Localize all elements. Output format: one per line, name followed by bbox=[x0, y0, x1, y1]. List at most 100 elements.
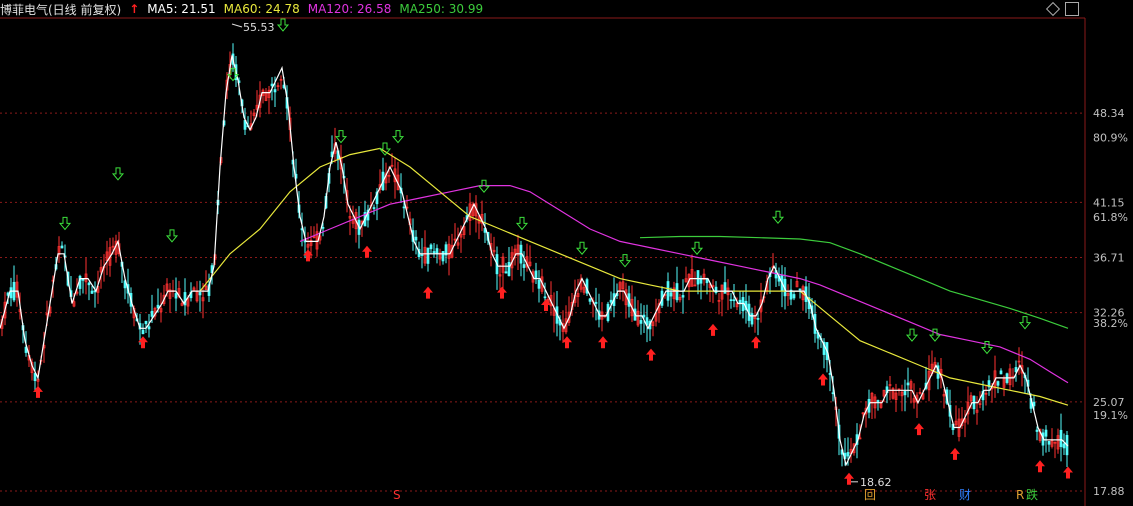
buy-arrow-icon bbox=[844, 472, 854, 485]
fibonacci-percent-label: 19.1% bbox=[1093, 409, 1128, 422]
candle-body bbox=[642, 314, 646, 318]
candle-body bbox=[174, 293, 178, 299]
event-badge[interactable]: S bbox=[393, 488, 401, 502]
ma120-line bbox=[299, 185, 1069, 384]
candle-body bbox=[372, 207, 376, 209]
candle-body bbox=[1032, 401, 1036, 407]
candle-body bbox=[543, 296, 547, 299]
buy-arrow-icon bbox=[598, 336, 608, 349]
candle-body bbox=[732, 299, 736, 302]
up-arrow-icon: ↑ bbox=[129, 2, 140, 16]
buy-arrow-icon bbox=[751, 336, 761, 349]
candle-body bbox=[798, 288, 802, 291]
candle-body bbox=[999, 370, 1003, 375]
fibonacci-percent-label: 80.9% bbox=[1093, 132, 1128, 145]
candle-body bbox=[9, 287, 13, 299]
event-badge[interactable]: R bbox=[1016, 488, 1024, 502]
buy-arrow-icon bbox=[914, 423, 924, 436]
candle-body bbox=[432, 251, 436, 254]
price-tick-label: 41.15 bbox=[1093, 196, 1125, 209]
sell-arrow-icon bbox=[111, 167, 125, 181]
candle-body bbox=[150, 310, 154, 317]
buy-arrow-icon bbox=[708, 323, 718, 336]
sell-arrow-icon bbox=[618, 254, 632, 268]
candle-body bbox=[729, 299, 733, 302]
candle-body bbox=[429, 244, 433, 250]
candle-body bbox=[156, 304, 160, 309]
fibonacci-percent-label: 38.2% bbox=[1093, 317, 1128, 330]
candle-body bbox=[321, 227, 325, 229]
buy-arrow-icon bbox=[497, 286, 507, 299]
candle-body bbox=[588, 298, 592, 302]
sell-arrow-icon bbox=[58, 216, 72, 231]
candle-body bbox=[198, 292, 202, 296]
candle-body bbox=[1035, 429, 1039, 432]
buy-arrow-icon bbox=[362, 245, 372, 258]
candle-body bbox=[522, 264, 526, 268]
buy-arrow-icon bbox=[1035, 460, 1045, 473]
ma60-value: MA60: 24.78 bbox=[223, 2, 300, 16]
candle-body bbox=[831, 392, 835, 395]
ma5-value: MA5: 21.51 bbox=[147, 2, 216, 16]
event-badge[interactable]: 财 bbox=[959, 488, 971, 502]
candle-body bbox=[996, 381, 1000, 386]
candle-body bbox=[699, 278, 703, 284]
low-label: 18.62 bbox=[860, 476, 892, 489]
sell-arrow-icon bbox=[690, 241, 704, 256]
sell-arrow-icon bbox=[771, 210, 785, 225]
price-tick-label: 17.88 bbox=[1093, 485, 1125, 498]
candle-body bbox=[669, 292, 673, 297]
candle-body bbox=[402, 206, 406, 209]
kline-chart[interactable]: 48.3441.1536.7132.2625.0717.8880.9%61.8%… bbox=[0, 0, 1133, 506]
candle-body bbox=[435, 248, 439, 255]
candle-body bbox=[1059, 429, 1063, 448]
fibonacci-percent-label: 61.8% bbox=[1093, 211, 1128, 224]
candle-body bbox=[705, 278, 709, 284]
candle-body bbox=[792, 294, 796, 299]
candle-body bbox=[504, 271, 508, 274]
buy-arrow-icon bbox=[423, 286, 433, 299]
candle-body bbox=[144, 320, 148, 325]
candle-body bbox=[903, 391, 907, 396]
sell-arrow-icon bbox=[477, 179, 491, 194]
candle-body bbox=[594, 301, 598, 304]
candle-body bbox=[876, 400, 880, 403]
candle-body bbox=[534, 270, 538, 279]
high-label: 55.53 bbox=[243, 21, 275, 34]
candle-body bbox=[81, 278, 85, 281]
candle-body bbox=[507, 261, 511, 277]
sell-arrow-icon bbox=[515, 216, 529, 231]
ma250-value: MA250: 30.99 bbox=[399, 2, 484, 16]
candle-body bbox=[1062, 443, 1066, 449]
candle-body bbox=[639, 320, 643, 324]
event-badge[interactable]: 跌 bbox=[1026, 487, 1038, 502]
event-badge[interactable]: 张 bbox=[924, 488, 936, 502]
price-tick-label: 48.34 bbox=[1093, 107, 1125, 120]
ma120-value: MA120: 26.58 bbox=[307, 2, 392, 16]
buy-arrow-icon bbox=[1063, 466, 1073, 479]
candle-body bbox=[846, 452, 850, 457]
candle-body bbox=[1044, 429, 1048, 437]
candle-body bbox=[714, 286, 718, 293]
candle-body bbox=[141, 329, 145, 335]
sell-arrow-icon bbox=[276, 18, 290, 32]
sell-arrow-icon bbox=[575, 241, 589, 256]
buy-arrow-icon bbox=[950, 447, 960, 460]
candle-body bbox=[273, 89, 277, 93]
sell-arrow-icon bbox=[1018, 316, 1032, 330]
candle-body bbox=[723, 282, 727, 294]
candle-body bbox=[90, 290, 94, 294]
stock-title[interactable]: 博菲电气(日线 前复权) bbox=[0, 1, 121, 18]
candle-body bbox=[537, 279, 541, 289]
chart-header: 博菲电气(日线 前复权) ↑ MA5: 21.51 MA60: 24.78 MA… bbox=[0, 0, 491, 18]
ma5-line bbox=[0, 55, 1069, 467]
maximize-button[interactable] bbox=[1065, 2, 1079, 16]
candle-body bbox=[420, 254, 424, 256]
sell-arrow-icon bbox=[334, 130, 348, 144]
event-badge[interactable]: 回 bbox=[864, 488, 876, 502]
candle-body bbox=[270, 83, 274, 87]
candle-body bbox=[87, 282, 91, 286]
sell-arrow-icon bbox=[905, 328, 919, 342]
price-tick-label: 25.07 bbox=[1093, 396, 1125, 409]
candle-body bbox=[756, 318, 760, 320]
